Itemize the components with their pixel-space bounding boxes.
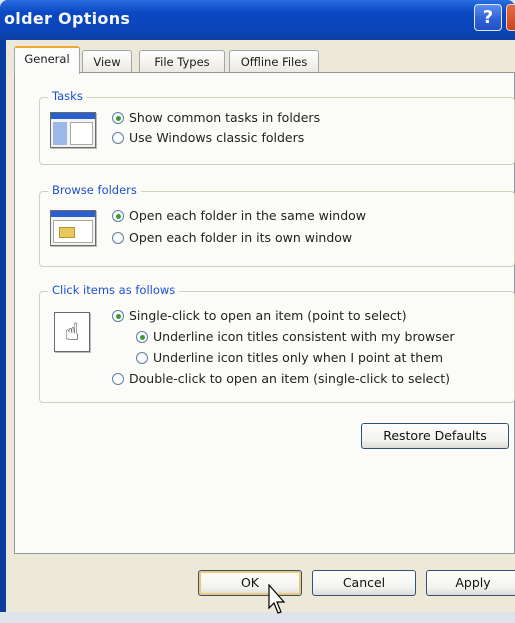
cancel-button[interactable]: Cancel: [312, 570, 416, 596]
radio-open-same-window[interactable]: Open each folder in the same window: [112, 208, 366, 223]
tasks-preview-icon: [50, 112, 96, 148]
click-items-group: Click items as follows ☝ Single-click to…: [39, 283, 515, 403]
help-icon: ?: [482, 7, 494, 28]
title-bar[interactable]: older Options ?: [0, 0, 515, 40]
mouse-pointer-icon: [268, 584, 286, 614]
radio-underline-consistent[interactable]: Underline icon titles consistent with my…: [136, 329, 455, 344]
click-items-group-title: Click items as follows: [48, 283, 180, 297]
general-tab-panel: Tasks Show common tasks in folders Use W…: [14, 72, 515, 554]
tab-view[interactable]: View: [82, 50, 132, 72]
tasks-group: Tasks Show common tasks in folders Use W…: [39, 89, 515, 165]
tab-file-types[interactable]: File Types: [139, 50, 225, 72]
window-bottom-edge: [0, 612, 515, 623]
radio-single-click[interactable]: Single-click to open an item (point to s…: [112, 308, 407, 323]
tasks-group-title: Tasks: [48, 89, 87, 103]
radio-indicator: [112, 210, 124, 222]
browse-folders-group: Browse folders Open each folder in the s…: [39, 183, 515, 267]
radio-double-click[interactable]: Double-click to open an item (single-cli…: [112, 371, 450, 386]
radio-show-common-tasks[interactable]: Show common tasks in folders: [112, 110, 320, 125]
browse-folders-preview-icon: [50, 210, 96, 246]
radio-indicator: [112, 310, 124, 322]
folder-options-window: older Options ? General View File Types …: [0, 0, 515, 623]
radio-use-classic-folders[interactable]: Use Windows classic folders: [112, 130, 304, 145]
window-title: older Options: [4, 9, 131, 28]
radio-underline-on-point[interactable]: Underline icon titles only when I point …: [136, 350, 443, 365]
apply-button[interactable]: Apply: [426, 570, 515, 596]
radio-indicator: [112, 373, 124, 385]
restore-defaults-button[interactable]: Restore Defaults: [361, 423, 509, 449]
radio-indicator: [112, 132, 124, 144]
radio-indicator: [112, 232, 124, 244]
browse-folders-group-title: Browse folders: [48, 183, 141, 197]
help-button[interactable]: ?: [474, 4, 502, 31]
hand-pointer-icon: ☝: [54, 312, 90, 352]
tab-offline-files[interactable]: Offline Files: [229, 50, 319, 72]
radio-indicator: [136, 331, 148, 343]
close-button[interactable]: [506, 4, 515, 31]
radio-indicator: [136, 352, 148, 364]
radio-indicator: [112, 112, 124, 124]
tab-general[interactable]: General: [14, 46, 80, 74]
dialog-body: General View File Types Offline Files Ta…: [6, 40, 515, 612]
radio-open-own-window[interactable]: Open each folder in its own window: [112, 230, 352, 245]
